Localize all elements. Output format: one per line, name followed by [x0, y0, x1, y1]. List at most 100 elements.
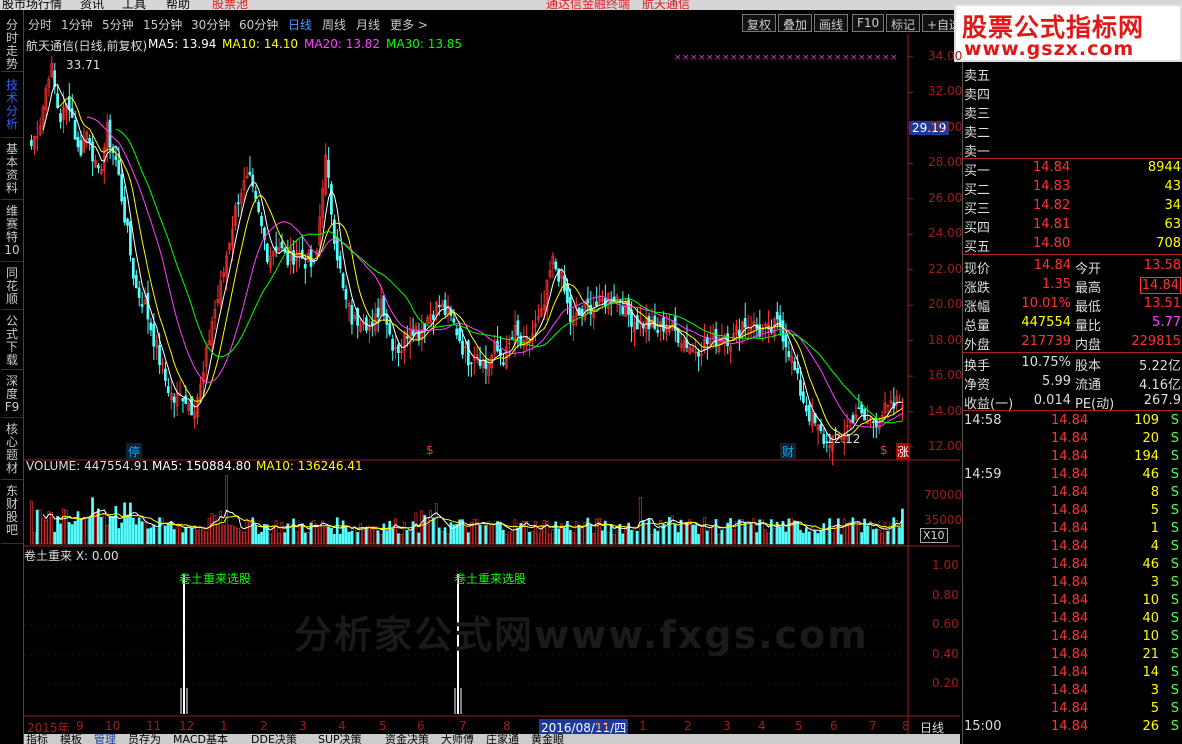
tab-themes[interactable]: 核心题材 [1, 420, 23, 480]
period-30min[interactable]: 30分钟 [191, 16, 230, 33]
volume-title: VOLUME: 447554.91 [26, 459, 149, 473]
volume-bar [411, 521, 415, 545]
volume-bar [892, 517, 896, 545]
candle-body [775, 311, 779, 320]
tab-technical[interactable]: 技术分析 [1, 76, 23, 138]
tick-side: S [1170, 611, 1179, 626]
period-60min[interactable]: 60分钟 [239, 16, 278, 33]
period-1min[interactable]: 1分钟 [61, 16, 93, 33]
volume-bar [327, 526, 330, 545]
ticks-separator [963, 410, 1182, 411]
mark-button[interactable]: 标记 [886, 14, 921, 32]
f10-button[interactable]: F10 [852, 14, 885, 32]
candle-body [781, 320, 785, 342]
menu-market[interactable]: 股市场行情 [2, 0, 62, 10]
volume-bar [568, 530, 572, 545]
indicator-tab[interactable]: 黄金眼 [531, 734, 564, 744]
tab-timeshare[interactable]: 分时走势 [1, 16, 23, 72]
volume-bar [257, 533, 260, 545]
indicator-tab[interactable]: 大师傅 [441, 734, 474, 744]
tick-side: S [1170, 665, 1179, 680]
volume-bar [449, 522, 453, 545]
candle-body [863, 408, 866, 421]
candle-body [405, 336, 409, 339]
dividend-marker-2: $ [880, 443, 888, 457]
indicator-tab[interactable]: 庄家通 [486, 734, 519, 744]
period-daily[interactable]: 日线 [288, 16, 312, 33]
tick-volume: 5 [1150, 701, 1159, 716]
finance-value-2: 267.9 [1143, 393, 1181, 408]
menu-tools[interactable]: 工具 [122, 0, 146, 10]
tab-ths[interactable]: 同花顺 [1, 264, 23, 310]
volume-bar [551, 529, 555, 545]
price-tick-label: 14.00 [928, 403, 963, 418]
period-timeshare[interactable]: 分时 [28, 16, 52, 33]
menu-news[interactable]: 资讯 [80, 0, 104, 10]
candle-body [822, 434, 826, 444]
draw-button[interactable]: 画线 [814, 14, 849, 32]
tab-formula-download[interactable]: 公式下载 [1, 312, 23, 370]
indicator-tab[interactable]: 资金决策 [385, 734, 429, 744]
top-marker: × [834, 53, 842, 63]
menu-help[interactable]: 帮助 [166, 0, 190, 10]
bid-price: 14.80 [1033, 236, 1071, 251]
candle-body [568, 296, 572, 322]
tab-vst[interactable]: 维赛特10 [1, 202, 23, 262]
volume-bar [207, 517, 211, 545]
volume-bar [746, 526, 750, 545]
candle-body [190, 396, 193, 416]
volume-bar [863, 518, 866, 545]
top-marker: × [730, 53, 738, 63]
indicator-tab[interactable]: 管理 [94, 734, 116, 744]
candle-body [580, 308, 584, 315]
tab-depth[interactable]: 深度F9 [1, 372, 23, 418]
volume-bar [59, 523, 62, 545]
menu-stock-pool[interactable]: 股票池 [212, 0, 248, 10]
volume-bar [356, 531, 360, 545]
volume-bar [426, 516, 429, 545]
tick-price: 14.84 [1051, 413, 1089, 428]
overlay-button[interactable]: 叠加 [778, 14, 813, 32]
top-marker: × [850, 53, 858, 63]
volume-bar [417, 532, 421, 545]
main-chart-title: 航天通信(日线,前复权) [26, 39, 148, 53]
volume-bar [434, 503, 438, 545]
top-marker: × [794, 53, 802, 63]
volume-scale-badge: X10 [920, 528, 948, 543]
period-weekly[interactable]: 周线 [322, 16, 346, 33]
volume-bar [528, 531, 531, 545]
indicator-tab[interactable]: 指标 [26, 734, 48, 744]
volume-bar [158, 517, 161, 545]
tab-forum[interactable]: 东财股吧 [1, 482, 23, 544]
indicator-tab[interactable]: DDE决策 [251, 734, 297, 744]
chart-area[interactable]: × × × × × × × × × × × × × × × × × × × × × × × × × × × × 航天通信(日线,前复权… [24, 34, 963, 744]
top-marker: × [738, 53, 746, 63]
ma5-legend: MA5: 13.94 [148, 37, 217, 51]
period-more[interactable]: 更多 > [390, 16, 428, 33]
stat-label: 现价 [964, 262, 991, 277]
candle-body [857, 407, 861, 410]
volume-bar [592, 532, 595, 545]
volume-bar [898, 527, 901, 545]
period-monthly[interactable]: 月线 [356, 16, 380, 33]
tick-side: S [1170, 449, 1179, 464]
candle-body [292, 250, 295, 265]
volume-bar [499, 521, 502, 545]
volume-bar [114, 506, 118, 545]
volume-bar [102, 513, 106, 545]
volume-bar [825, 527, 829, 545]
adjust-button[interactable]: 复权 [742, 14, 777, 32]
bid-label: 买五 [964, 240, 991, 255]
indicator-tab[interactable]: 员存为 [128, 734, 161, 744]
tab-fundamentals[interactable]: 基本资料 [1, 140, 23, 200]
indicator-tab[interactable]: 模板 [60, 734, 82, 744]
period-5min[interactable]: 5分钟 [102, 16, 134, 33]
volume-bar [866, 525, 869, 545]
volume-bar [507, 531, 511, 545]
indicator-tab[interactable]: MACD基本 [173, 734, 228, 744]
period-15min[interactable]: 15分钟 [143, 16, 182, 33]
indicator-tab[interactable]: SUP决策 [318, 734, 362, 744]
volume-bar [91, 497, 94, 545]
volume-bar [828, 518, 831, 545]
candle-body [134, 274, 138, 289]
